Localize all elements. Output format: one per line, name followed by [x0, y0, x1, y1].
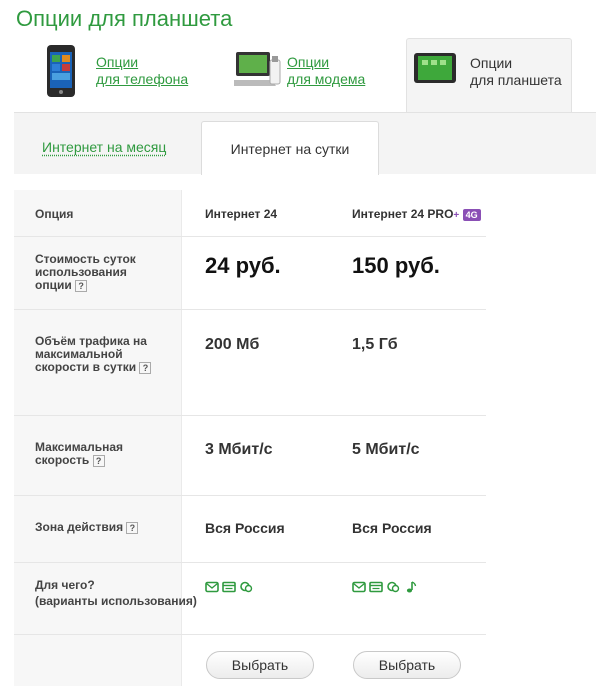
- select-plan1-button[interactable]: Выбрать: [206, 651, 314, 679]
- mail-icon: [352, 581, 366, 593]
- usb-modem-icon[interactable]: [234, 50, 282, 90]
- plan2-usage-icons: [352, 581, 417, 593]
- help-icon[interactable]: ?: [139, 361, 152, 374]
- usage-label: Для чего?: [35, 578, 95, 592]
- chat-icon: [387, 581, 400, 593]
- plan1-price: 24 руб.: [205, 253, 281, 278]
- tablet-icon: [414, 53, 456, 83]
- header-plan1: Интернет 24: [205, 207, 278, 221]
- device-tab-phone[interactable]: Опции для телефона: [96, 38, 206, 112]
- table-header-row: Опция Интернет 24 Интернет 24 PRO+ 4G: [14, 190, 486, 237]
- help-icon[interactable]: ?: [126, 521, 139, 534]
- smartphone-icon[interactable]: [44, 44, 78, 98]
- header-plan2-name: Интернет 24 PRO: [352, 207, 454, 221]
- usage-sublabel: (варианты использования): [35, 594, 197, 608]
- plan2-traffic: 1,5 Гб: [352, 336, 398, 353]
- table-row-traffic: Объём трафика на максимальной скорости в…: [14, 310, 486, 416]
- speed-label-text: Максимальная скорость: [35, 440, 124, 467]
- header-option-label: Опция: [35, 207, 74, 221]
- device-tab-phone-line2[interactable]: для телефона: [96, 71, 188, 88]
- browser-icon: [222, 581, 236, 593]
- device-tab-tablet-line1: Опции: [470, 55, 513, 71]
- help-icon[interactable]: ?: [92, 454, 105, 467]
- traffic-label: Объём трафика на максимальной скорости в…: [35, 335, 171, 374]
- device-tab-tablet-line2: для планшета: [470, 72, 562, 88]
- price-label: Стоимость суток использования опции ?: [35, 253, 165, 292]
- device-tabs: Опции для телефона Опции для модема Опци…: [0, 38, 596, 112]
- header-plan2: Интернет 24 PRO+ 4G: [352, 207, 481, 221]
- device-tab-modem[interactable]: Опции для модема: [287, 38, 397, 112]
- plan1-zone: Вся Россия: [205, 520, 285, 536]
- device-tab-modem-line1[interactable]: Опции: [287, 54, 365, 71]
- label-cell: [14, 635, 182, 686]
- traffic-label-text: Объём трафика на максимальной скорости в…: [35, 334, 147, 374]
- table-row-price: Стоимость суток использования опции ? 24…: [14, 237, 486, 310]
- device-tab-phone-line1[interactable]: Опции: [96, 54, 188, 71]
- plan2-speed: 5 Мбит/с: [352, 441, 420, 458]
- chat-icon: [240, 581, 253, 593]
- music-icon: [406, 581, 417, 593]
- browser-icon: [369, 581, 383, 593]
- plan1-speed: 3 Мбит/с: [205, 441, 273, 458]
- speed-label: Максимальная скорость ?: [35, 441, 155, 467]
- zone-label: Зона действия ?: [35, 520, 139, 534]
- zone-label-text: Зона действия: [35, 520, 124, 534]
- select-plan2-button[interactable]: Выбрать: [353, 651, 461, 679]
- table-row-usage: Для чего? (варианты использования): [14, 563, 486, 635]
- plan2-zone: Вся Россия: [352, 520, 432, 536]
- device-tab-modem-line2[interactable]: для модема: [287, 71, 365, 88]
- plan1-usage-icons: [205, 581, 253, 593]
- table-row-zone: Зона действия ? Вся Россия Вся Россия: [14, 496, 486, 563]
- table-row-speed: Максимальная скорость ? 3 Мбит/с 5 Мбит/…: [14, 416, 486, 496]
- tab-internet-month[interactable]: Интернет на месяц: [42, 139, 166, 155]
- help-icon[interactable]: ?: [75, 279, 88, 292]
- plan1-traffic: 200 Мб: [205, 336, 260, 353]
- 4g-badge: 4G: [462, 208, 481, 221]
- plan2-price: 150 руб.: [352, 253, 440, 278]
- plus-icon: +: [453, 210, 460, 221]
- tab-internet-day[interactable]: Интернет на сутки: [201, 121, 379, 175]
- mail-icon: [205, 581, 219, 593]
- table-row-select: Выбрать Выбрать: [14, 635, 486, 686]
- page-title: Опции для планшета: [16, 6, 233, 31]
